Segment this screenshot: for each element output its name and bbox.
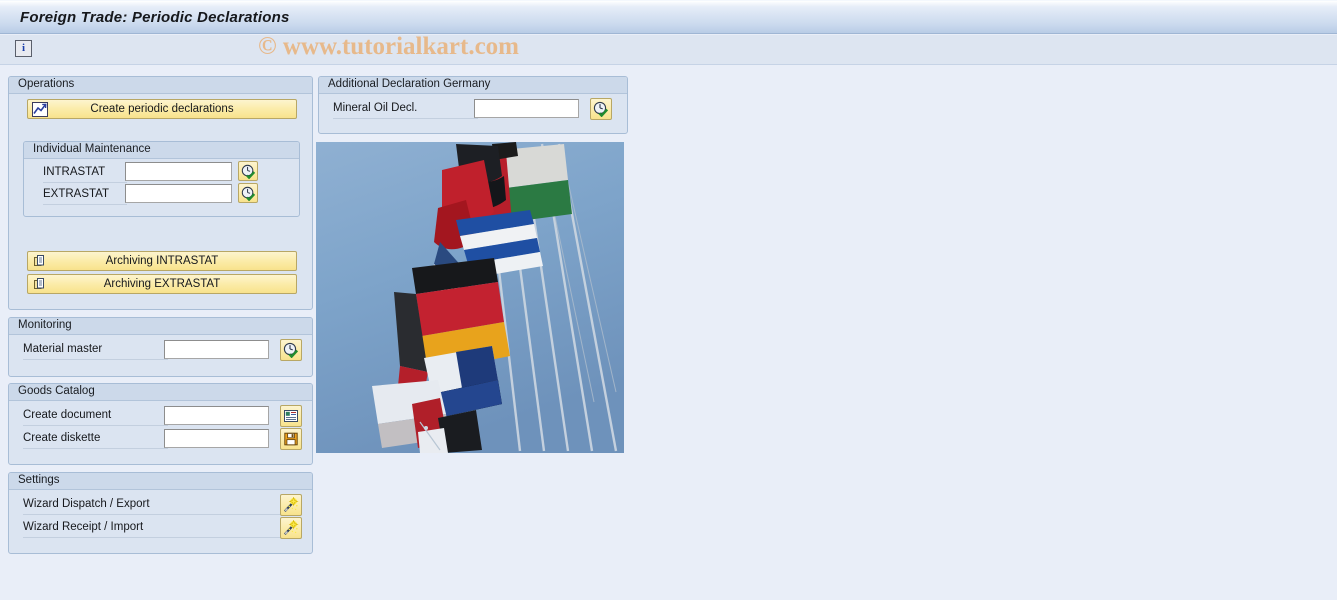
floppy-disk-icon <box>284 432 298 446</box>
mineral-oil-decl-execute-button[interactable] <box>590 98 612 120</box>
create-document-input[interactable] <box>164 406 269 425</box>
create-document-button[interactable] <box>280 405 302 427</box>
wizard-dispatch-export-underline <box>23 514 285 515</box>
intrastat-execute-button[interactable] <box>238 161 258 181</box>
monitoring-panel-header: Monitoring <box>9 318 312 335</box>
wizard-receipt-import-label: Wizard Receipt / Import <box>23 521 144 533</box>
create-diskette-button[interactable] <box>280 428 302 450</box>
chart-line-icon <box>31 100 49 118</box>
extrastat-label-underline <box>43 204 127 205</box>
wizard-receipt-import-underline <box>23 537 285 538</box>
clock-check-icon <box>241 186 255 201</box>
archiving-extrastat-label: Archiving EXTRASTAT <box>103 278 221 290</box>
wizard-dispatch-export-button[interactable] <box>280 494 302 516</box>
settings-panel-title: Settings <box>18 474 60 486</box>
european-flags-photo <box>316 142 624 453</box>
extrastat-input[interactable] <box>125 184 232 203</box>
additional-declaration-header: Additional Declaration Germany <box>319 77 627 94</box>
info-icon[interactable]: i <box>15 40 32 57</box>
operations-panel: Operations Create periodic declarations … <box>8 76 313 310</box>
operations-panel-header: Operations <box>9 77 312 94</box>
sap-screen: Foreign Trade: Periodic Declarations i ©… <box>0 0 1337 600</box>
material-master-input[interactable] <box>164 340 269 359</box>
mineral-oil-decl-input[interactable] <box>474 99 579 118</box>
extrastat-label: EXTRASTAT <box>43 188 110 200</box>
material-master-underline <box>23 359 168 360</box>
copy-document-icon <box>31 252 49 270</box>
individual-maintenance-panel: Individual Maintenance INTRASTAT EXTRAST… <box>23 141 300 217</box>
info-icon-glyph: i <box>21 42 26 54</box>
archiving-intrastat-button[interactable]: Archiving INTRASTAT <box>27 251 297 271</box>
mineral-oil-decl-label: Mineral Oil Decl. <box>333 102 418 114</box>
intrastat-label-underline <box>43 182 127 183</box>
document-icon <box>284 410 298 422</box>
wizard-receipt-import-button[interactable] <box>280 517 302 539</box>
create-periodic-declarations-label: Create periodic declarations <box>90 103 234 115</box>
create-diskette-input[interactable] <box>164 429 269 448</box>
goods-catalog-panel: Goods Catalog Create document Create dis… <box>8 383 313 465</box>
page-title: Foreign Trade: Periodic Declarations <box>20 9 290 26</box>
intrastat-input[interactable] <box>125 162 232 181</box>
settings-panel: Settings Wizard Dispatch / Export Wizard… <box>8 472 313 554</box>
copy-document-icon <box>31 275 49 293</box>
application-toolbar: i <box>0 35 1337 65</box>
operations-panel-title: Operations <box>18 78 75 90</box>
clock-check-icon <box>241 164 255 179</box>
material-master-label: Material master <box>23 343 103 355</box>
goods-catalog-panel-title: Goods Catalog <box>18 385 95 397</box>
monitoring-panel-title: Monitoring <box>18 319 72 331</box>
create-document-underline <box>23 425 168 426</box>
create-diskette-underline <box>23 448 168 449</box>
magic-wand-icon <box>284 497 299 512</box>
individual-maintenance-header: Individual Maintenance <box>24 142 299 159</box>
create-diskette-label: Create diskette <box>23 432 101 444</box>
material-master-execute-button[interactable] <box>280 339 302 361</box>
settings-panel-header: Settings <box>9 473 312 490</box>
window-title-bar: Foreign Trade: Periodic Declarations <box>0 0 1337 34</box>
clock-check-icon <box>283 342 299 358</box>
intrastat-label: INTRASTAT <box>43 166 106 178</box>
clock-check-icon <box>593 101 609 117</box>
individual-maintenance-title: Individual Maintenance <box>33 143 151 155</box>
magic-wand-icon <box>284 520 299 535</box>
mineral-oil-decl-underline <box>333 118 478 119</box>
monitoring-panel: Monitoring Material master <box>8 317 313 377</box>
extrastat-execute-button[interactable] <box>238 183 258 203</box>
wizard-dispatch-export-label: Wizard Dispatch / Export <box>23 498 150 510</box>
create-document-label: Create document <box>23 409 112 421</box>
archiving-intrastat-label: Archiving INTRASTAT <box>105 255 219 267</box>
archiving-extrastat-button[interactable]: Archiving EXTRASTAT <box>27 274 297 294</box>
goods-catalog-panel-header: Goods Catalog <box>9 384 312 401</box>
additional-declaration-germany-panel: Additional Declaration Germany Mineral O… <box>318 76 628 134</box>
additional-declaration-title: Additional Declaration Germany <box>328 78 491 90</box>
create-periodic-declarations-button[interactable]: Create periodic declarations <box>27 99 297 119</box>
